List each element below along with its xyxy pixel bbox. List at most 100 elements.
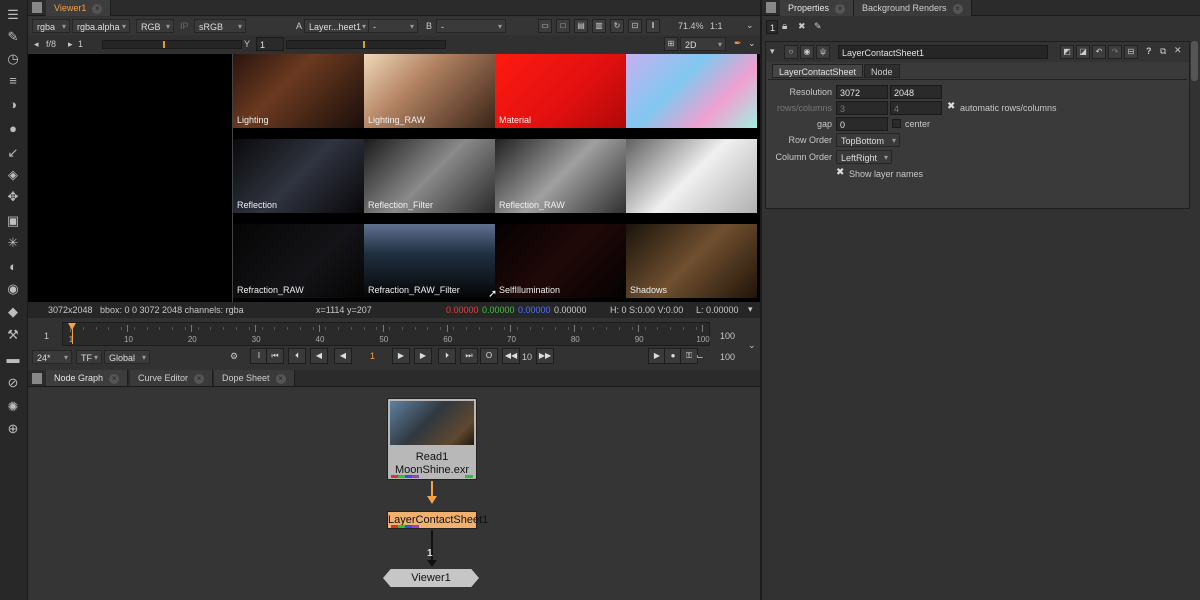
skip-forward-button[interactable]: ▶▶ [536, 348, 554, 364]
close-icon[interactable]: × [952, 4, 963, 14]
deep-icon[interactable]: ◐ [4, 258, 22, 276]
roi-toggle-icon[interactable]: ⊞ [664, 37, 678, 51]
float-icon[interactable]: ⊟ [1124, 45, 1138, 59]
viewer-tool-icon[interactable]: ☰ [4, 6, 22, 24]
input-a-dropdown[interactable]: Layer...heet1 [304, 19, 370, 34]
input-op-dropdown[interactable]: - [368, 19, 418, 34]
keyer-icon[interactable]: ↙ [4, 144, 22, 162]
furnace-icon[interactable]: ⊘ [4, 374, 22, 392]
pane-menu-icon[interactable] [766, 2, 776, 13]
pane-menu-icon[interactable] [32, 373, 42, 384]
frame-step-value[interactable]: 10 [522, 352, 532, 362]
gamma-slider[interactable] [286, 40, 446, 49]
range-dropdown[interactable]: Global [104, 350, 150, 365]
tab-dope-sheet[interactable]: Dope Sheet × [214, 370, 295, 386]
pixel-ratio[interactable]: 1:1 [710, 21, 723, 31]
particles-icon[interactable]: ✳ [4, 234, 22, 252]
chevron-down-icon[interactable]: ▾ [748, 304, 753, 315]
gamma-slider-handle[interactable] [363, 41, 365, 48]
help-node-icon[interactable]: ψ [816, 45, 830, 59]
timecode-dropdown[interactable]: TF [76, 350, 102, 365]
tab-curve-editor[interactable]: Curve Editor × [130, 370, 214, 386]
view-mode-dropdown[interactable]: 2D [680, 37, 726, 52]
timeline-start[interactable]: 1 [44, 331, 49, 341]
play-forward-button[interactable]: ▶ [392, 348, 410, 364]
ip-button[interactable]: IP [180, 21, 189, 31]
float-panel-icon[interactable]: ⧉ [1160, 46, 1166, 57]
playback-mode-icon[interactable]: ⚙ [230, 351, 238, 362]
chevron-down-icon[interactable]: ⌄ [748, 38, 756, 49]
3d-icon[interactable]: ▣ [4, 212, 22, 230]
fstop-value[interactable]: f/8 [46, 39, 56, 49]
channel-icon[interactable]: ≡ [4, 72, 22, 90]
refresh-icon[interactable]: ↻ [610, 19, 624, 33]
last-frame-button[interactable]: ⏭ [460, 348, 478, 364]
next-frame-button[interactable]: ▶ [414, 348, 432, 364]
read-node[interactable]: Read1 MoonShine.exr [387, 398, 477, 480]
current-frame-field[interactable]: 1 [356, 349, 386, 363]
collapse-icon[interactable]: ▾ [770, 46, 775, 57]
pause-icon[interactable]: ‖ [646, 19, 660, 33]
close-icon[interactable]: × [92, 4, 103, 14]
input-b-dropdown[interactable]: - [436, 19, 506, 34]
display-icon[interactable]: ▥ [592, 19, 606, 33]
tab-viewer1[interactable]: Viewer1 × [46, 0, 112, 16]
revert-icon[interactable]: ◩ [1060, 45, 1074, 59]
close-icon[interactable]: ✕ [1174, 45, 1182, 56]
proxy-icon[interactable]: ⊡ [628, 19, 642, 33]
viewer-node[interactable]: Viewer1 [383, 569, 479, 587]
prev-keyframe-button[interactable]: ⏴ [288, 348, 306, 364]
tab-background-renders[interactable]: Background Renders × [854, 0, 972, 16]
chevron-left-icon[interactable]: ◂ [34, 39, 39, 50]
max-panels-field[interactable]: 1 [766, 20, 778, 34]
tab-node[interactable]: Node [864, 64, 900, 78]
first-frame-button[interactable]: ⏮ [266, 348, 284, 364]
zoom-level[interactable]: 71.4% [678, 21, 704, 31]
tab-node-graph[interactable]: Node Graph × [46, 370, 129, 386]
playback-end[interactable]: 100 [720, 352, 735, 362]
safe-area-icon[interactable]: □ [556, 19, 570, 33]
undo-icon[interactable]: ↶ [1092, 45, 1106, 59]
pane-divider[interactable] [760, 0, 762, 600]
pencil-icon[interactable]: ✎ [814, 21, 822, 32]
tab-properties[interactable]: Properties × [780, 0, 855, 16]
skip-back-button[interactable]: ◀◀ [502, 348, 520, 364]
clipping-icon[interactable]: ▤ [574, 19, 588, 33]
node-color-icon[interactable]: ○ [784, 45, 798, 59]
lock-icon[interactable]: 🔒︎ [782, 21, 787, 32]
views-icon[interactable]: ◉ [4, 280, 22, 298]
color-icon[interactable]: ◑ [4, 96, 22, 114]
draw-icon[interactable]: ● [4, 120, 22, 138]
properties-scrollbar[interactable] [1191, 41, 1198, 81]
close-icon[interactable]: × [835, 4, 846, 14]
play-backward-button[interactable]: ◀ [334, 348, 352, 364]
cara-icon[interactable]: ✺ [4, 398, 22, 416]
tab-layer-contact-sheet[interactable]: LayerContactSheet [772, 64, 864, 78]
channels-dropdown[interactable]: rgba [32, 19, 70, 34]
resolution-width-field[interactable]: 3072 [836, 85, 888, 99]
lut-dropdown[interactable]: sRGB [194, 19, 246, 34]
node-name-field[interactable]: LayerContactSheet1 [838, 45, 1048, 59]
out-point-button[interactable]: O [480, 348, 498, 364]
gamma-field[interactable]: 1 [256, 37, 284, 51]
clear-panels-icon[interactable]: ✖ [798, 21, 806, 32]
out-marker-icon[interactable]: ⌙ [696, 351, 704, 362]
gain-slider[interactable] [102, 40, 242, 49]
compare-icon[interactable]: ◪ [1076, 45, 1090, 59]
columns-field[interactable]: 4 [890, 101, 942, 115]
viewer-toggle-icon[interactable]: ◉ [800, 45, 814, 59]
automatic-rows-checkbox[interactable]: ✖ [947, 102, 957, 112]
fps-dropdown[interactable]: 24* [32, 350, 72, 365]
alpha-dropdown[interactable]: rgba.alpha [72, 19, 130, 34]
close-icon[interactable]: × [109, 374, 120, 384]
rows-field[interactable]: 3 [836, 101, 888, 115]
timeline[interactable]: 1 1 10 20 30 40 50 60 70 80 90 100 100 ⌄ [28, 320, 760, 350]
chevron-down-icon[interactable]: ⌄ [746, 20, 754, 31]
row-order-dropdown[interactable]: TopBottom [836, 133, 900, 148]
resolution-height-field[interactable]: 2048 [890, 85, 942, 99]
transform-icon[interactable]: ✥ [4, 188, 22, 206]
other-icon[interactable]: ▬ [4, 350, 22, 368]
roi-icon[interactable]: ▭ [538, 19, 552, 33]
metadata-icon[interactable]: ◆ [4, 303, 22, 321]
viewer-canvas[interactable]: Lighting Lighting_RAW Material Reflection Re… [28, 54, 760, 302]
